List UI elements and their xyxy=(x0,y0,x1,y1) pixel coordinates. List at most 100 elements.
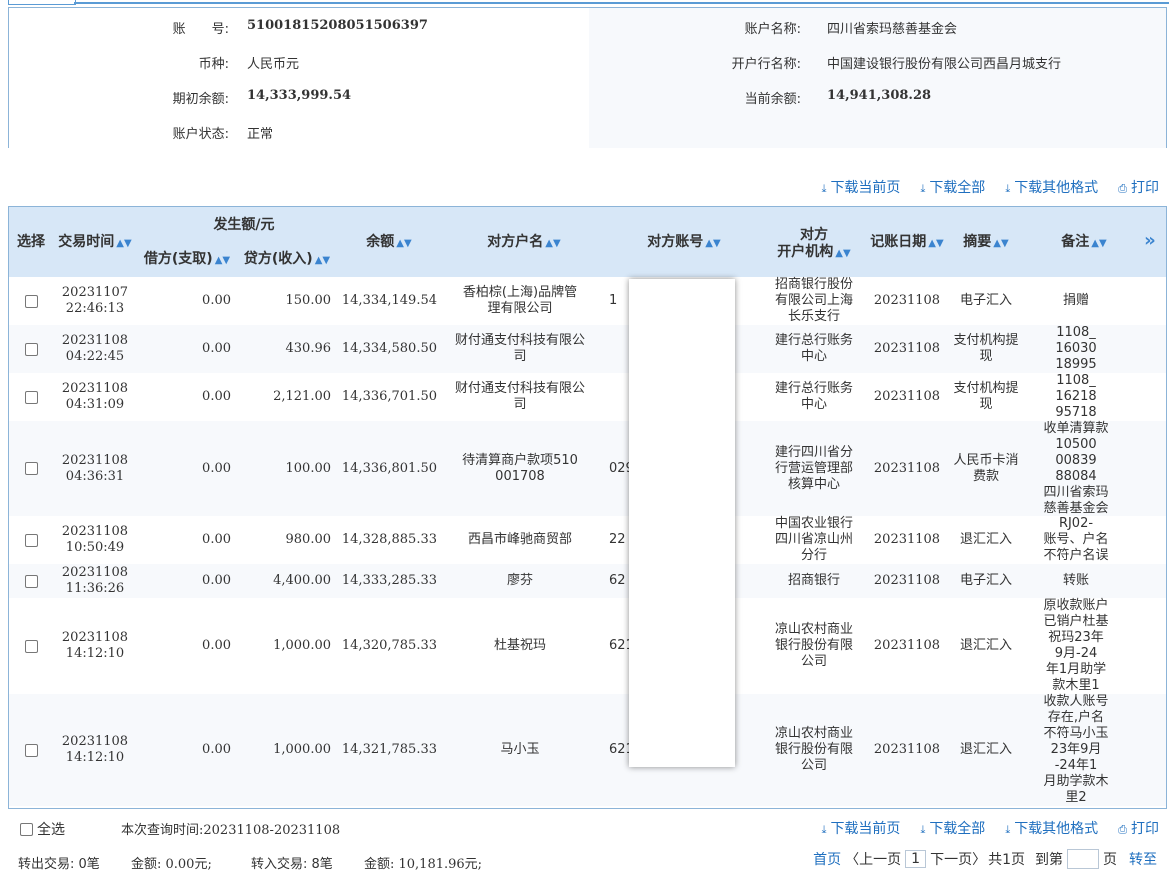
cell-debit: 0.00 xyxy=(202,638,231,653)
table-row[interactable]: 20231108 11:36:26 0.00 4,400.00 14,333,285.… xyxy=(9,564,1166,598)
download-icon: ⤓ xyxy=(1005,823,1011,836)
print-link[interactable]: ⎙ 打印 xyxy=(1118,177,1159,197)
goto-button[interactable]: 转至 xyxy=(1129,849,1157,869)
select-all-checkbox[interactable] xyxy=(20,822,33,836)
cell-name: 杜基祝玛 xyxy=(493,638,546,653)
cell-balance: 14,328,885.33 xyxy=(341,532,437,547)
cell-name: 西昌市峰驰商贸部 xyxy=(467,532,572,547)
currency-value: 人民币元 xyxy=(247,57,300,72)
more-columns-icon[interactable]: » xyxy=(1137,232,1163,250)
cell-name: 财付通支付科技有限公 司 xyxy=(454,381,585,412)
table-row[interactable]: 20231108 14:12:10 0.00 1,000.00 14,321,785.… xyxy=(9,694,1166,806)
download-page-label: 下载当前页 xyxy=(830,821,901,837)
bottom-toolbar: ⤓ 下载当前页 ⤓ 下载全部 ⤓ 下载其他格式 ⎙ 打印 xyxy=(822,818,1159,838)
row-checkbox[interactable] xyxy=(24,342,38,356)
out-count: 转出交易: 0笔 xyxy=(18,857,100,872)
cell-time: 20231108 10:50:49 xyxy=(61,524,129,555)
header-time[interactable]: 交易时间 ▲▼ xyxy=(55,234,135,252)
sort-icon: ▲▼ xyxy=(214,255,231,266)
sort-icon: ▲▼ xyxy=(396,238,412,249)
cell-summary: 支付机构提 现 xyxy=(953,381,1019,412)
table-row[interactable]: 20231108 04:22:45 0.00 430.96 14,334,580.50… xyxy=(9,325,1166,373)
download-other-label: 下载其他格式 xyxy=(1014,180,1099,196)
print-label: 打印 xyxy=(1131,180,1159,196)
cell-remark: 转账 xyxy=(1062,573,1089,588)
table-row[interactable]: 20231108 10:50:49 0.00 980.00 14,328,885.33… xyxy=(9,516,1166,564)
table-row[interactable]: 20231108 14:12:10 0.00 1,000.00 14,320,785.… xyxy=(9,598,1166,694)
row-checkbox[interactable] xyxy=(24,743,38,757)
first-page-link[interactable]: 首页 xyxy=(813,849,841,869)
goto-page-input[interactable] xyxy=(1067,849,1099,869)
cell-org: 建行总行账务 中心 xyxy=(774,333,853,364)
goto-label: 到第 xyxy=(1035,852,1063,868)
cell-debit: 0.00 xyxy=(202,460,231,476)
cell-balance: 14,334,149.54 xyxy=(341,293,437,308)
row-checkbox-cell[interactable] xyxy=(13,325,49,373)
header-credit[interactable]: 贷方(收入) ▲▼ xyxy=(239,251,335,269)
account-no-label: 账 号: xyxy=(172,22,229,37)
cell-name: 香柏棕(上海)品牌管 理有限公司 xyxy=(462,285,578,316)
download-all-label: 下载全部 xyxy=(929,180,986,196)
download-all-link[interactable]: ⤓ 下载全部 xyxy=(920,818,985,838)
next-page-link[interactable]: 下一页〉 xyxy=(930,849,986,869)
row-checkbox[interactable] xyxy=(24,390,38,404)
row-checkbox-cell[interactable] xyxy=(13,373,49,421)
cell-credit: 430.96 xyxy=(285,341,332,356)
row-checkbox-cell[interactable] xyxy=(13,598,49,694)
cell-time: 20231108 14:12:10 xyxy=(61,734,129,765)
row-checkbox[interactable] xyxy=(24,462,38,475)
header-counter-org[interactable]: 对方 开户机构 ▲▼ xyxy=(769,227,859,262)
cell-credit: 2,121.00 xyxy=(273,389,331,404)
row-checkbox[interactable] xyxy=(24,574,38,588)
row-checkbox-cell[interactable] xyxy=(13,516,49,564)
table-row[interactable]: 20231108 04:36:31 0.00 100.00 14,336,801.50… xyxy=(9,421,1166,516)
cell-org: 招商银行 xyxy=(787,573,840,588)
row-checkbox-cell[interactable] xyxy=(13,694,49,806)
header-post-date[interactable]: 记账日期 ▲▼ xyxy=(865,234,949,252)
download-page-link[interactable]: ⤓ 下载当前页 xyxy=(822,177,901,197)
cell-org: 中国农业银行 四川省凉山州 分行 xyxy=(774,516,853,563)
row-checkbox-cell[interactable] xyxy=(13,421,49,516)
account-name-value: 四川省索玛慈善基金会 xyxy=(827,22,958,37)
sort-icon: ▲▼ xyxy=(705,238,721,249)
download-other-link[interactable]: ⤓ 下载其他格式 xyxy=(1005,177,1098,197)
header-counterparty[interactable]: 对方户名 ▲▼ xyxy=(449,234,599,252)
row-checkbox[interactable] xyxy=(24,294,38,308)
cell-summary: 退汇汇入 xyxy=(959,638,1012,653)
row-checkbox-cell[interactable] xyxy=(13,564,49,598)
download-page-link[interactable]: ⤓ 下载当前页 xyxy=(822,818,901,838)
current-page[interactable]: 1 xyxy=(905,850,927,868)
table-row[interactable]: 20231107 22:46:13 0.00 150.00 14,334,149.54… xyxy=(9,277,1166,325)
currency-label: 币种: xyxy=(198,57,229,72)
download-other-link[interactable]: ⤓ 下载其他格式 xyxy=(1005,818,1098,838)
status-value: 正常 xyxy=(247,127,274,142)
header-counter-account[interactable]: 对方账号 ▲▼ xyxy=(609,234,759,252)
download-all-link[interactable]: ⤓ 下载全部 xyxy=(920,177,985,197)
header-remark[interactable]: 备注 ▲▼ xyxy=(1039,234,1129,252)
sort-icon: ▲▼ xyxy=(835,248,851,259)
cell-balance: 14,334,580.50 xyxy=(341,341,437,356)
select-all[interactable]: 全选 xyxy=(20,819,65,839)
row-checkbox-cell[interactable] xyxy=(13,277,49,325)
header-balance[interactable]: 余额 ▲▼ xyxy=(339,234,439,252)
bank-value: 中国建设银行股份有限公司西昌月城支行 xyxy=(827,57,1062,72)
header-summary[interactable]: 摘要 ▲▼ xyxy=(953,234,1019,252)
pagination: 首页 〈上一页 1 下一页〉 共1页 到第 页 转至 xyxy=(813,849,1157,869)
row-checkbox[interactable] xyxy=(24,639,38,653)
prev-page-link[interactable]: 〈上一页 xyxy=(845,849,901,869)
current-balance-value: 14,941,308.28 xyxy=(827,88,932,103)
header-debit-label: 借方(支取) xyxy=(143,251,213,267)
table-row[interactable]: 20231108 04:31:09 0.00 2,121.00 14,336,701.… xyxy=(9,373,1166,421)
cell-org: 建行总行账务 中心 xyxy=(774,381,853,412)
print-link[interactable]: ⎙ 打印 xyxy=(1118,818,1159,838)
download-other-label: 下载其他格式 xyxy=(1014,821,1099,837)
account-no-value: 51001815208051506397 xyxy=(247,18,428,33)
header-debit[interactable]: 借方(支取) ▲▼ xyxy=(139,251,235,269)
cell-date: 20231108 xyxy=(873,293,941,308)
cell-time: 20231108 04:36:31 xyxy=(61,452,129,484)
active-tab[interactable] xyxy=(8,0,76,5)
summary-bar: 转出交易: 0笔 金额: 0.00元; 转入交易: 8笔 金额: 10,181.… xyxy=(8,845,1167,879)
cell-time: 20231108 11:36:26 xyxy=(61,565,129,596)
cell-debit: 0.00 xyxy=(202,341,231,356)
row-checkbox[interactable] xyxy=(24,533,38,547)
